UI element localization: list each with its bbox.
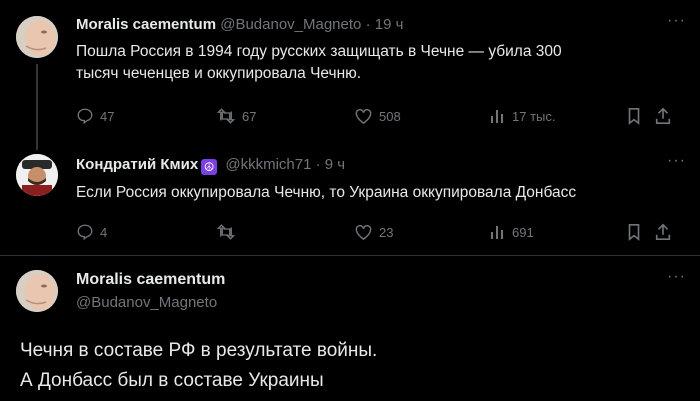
author-handle[interactable]: @kkkmich71 [225,156,311,173]
tweet-time[interactable]: 19 ч [375,16,404,33]
repost-icon [216,223,236,241]
tweet-text: Если Россия оккупировала Чечню, то Украи… [76,184,577,201]
views-button[interactable]: 17 тыс. [490,106,555,126]
like-count: 23 [379,224,394,240]
heart-icon [354,223,373,241]
views-count: 691 [512,224,534,240]
reply-button[interactable]: 47 [76,106,114,126]
author-handle[interactable]: @Budanov_Magneto [76,294,217,311]
tweet-text-line: Чечня в составе РФ в результате войны. [20,340,378,361]
bookmark-button[interactable] [626,106,642,126]
tweet-1[interactable]: Moralis caementum @Budanov_Magneto · 19 … [0,0,700,140]
tweet-2[interactable]: Кондратий Кмих ☮ @kkkmich71 · 9 ч ··· Есл… [0,150,700,255]
author-handle[interactable]: @Budanov_Magneto [220,16,361,33]
more-options-icon[interactable]: ··· [667,268,686,286]
separator-dot: · [365,16,371,33]
reply-button[interactable]: 4 [76,222,107,242]
avatar[interactable] [16,154,58,196]
views-chart-icon [490,224,506,240]
author-name[interactable]: Moralis caementum [76,271,225,289]
bookmark-icon [626,107,642,125]
main-tweet[interactable]: Moralis caementum @Budanov_Magneto ··· Ч… [0,256,700,401]
like-button[interactable]: 23 [354,222,393,242]
more-options-icon[interactable]: ··· [667,152,686,170]
repost-button[interactable]: 67 [216,106,256,126]
tweet-text: Пошла Россия в 1994 году русских защищат… [76,41,562,85]
heart-icon [354,107,373,125]
reply-count: 47 [100,108,115,124]
repost-count: 67 [242,108,257,124]
repost-icon [216,107,236,125]
reply-count: 4 [100,224,108,240]
like-count: 508 [379,108,401,124]
tweet-text-line: Пошла Россия в 1994 году русских защищат… [76,43,562,60]
separator-dot: · [315,156,321,173]
avatar[interactable] [16,16,58,58]
share-button[interactable] [654,106,672,126]
repost-button[interactable] [216,222,242,242]
reply-icon [76,223,94,241]
views-chart-icon [490,108,506,124]
views-button[interactable]: 691 [490,222,534,242]
share-icon [654,223,672,241]
author-name[interactable]: Кондратий Кмих [76,156,198,173]
tweet-text-line: А Донбасс был в составе Украины [20,370,324,391]
like-button[interactable]: 508 [354,106,401,126]
bookmark-icon [626,223,642,241]
peace-badge-icon: ☮ [201,159,218,175]
views-count: 17 тыс. [512,108,556,124]
tweet-text-line: тысяч чеченцев и оккупировала Чечню. [76,65,362,82]
reply-icon [76,107,94,125]
thread-line [36,64,38,150]
share-icon [654,107,672,125]
tweet-time[interactable]: 9 ч [325,156,345,173]
avatar[interactable] [16,270,58,312]
bookmark-button[interactable] [626,222,642,242]
more-options-icon[interactable]: ··· [667,12,686,30]
tweet-text: Чечня в составе РФ в результате войны. А… [20,336,377,396]
share-button[interactable] [654,222,672,242]
author-name[interactable]: Moralis caementum [76,16,216,33]
